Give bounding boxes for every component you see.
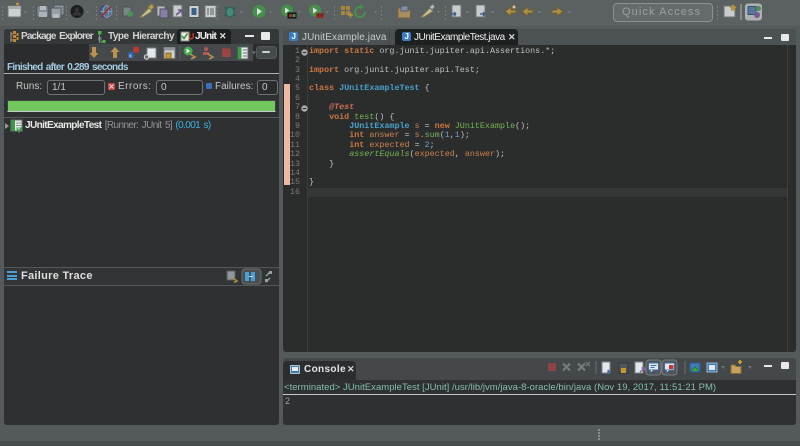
svg-text:x: x xyxy=(129,54,132,60)
